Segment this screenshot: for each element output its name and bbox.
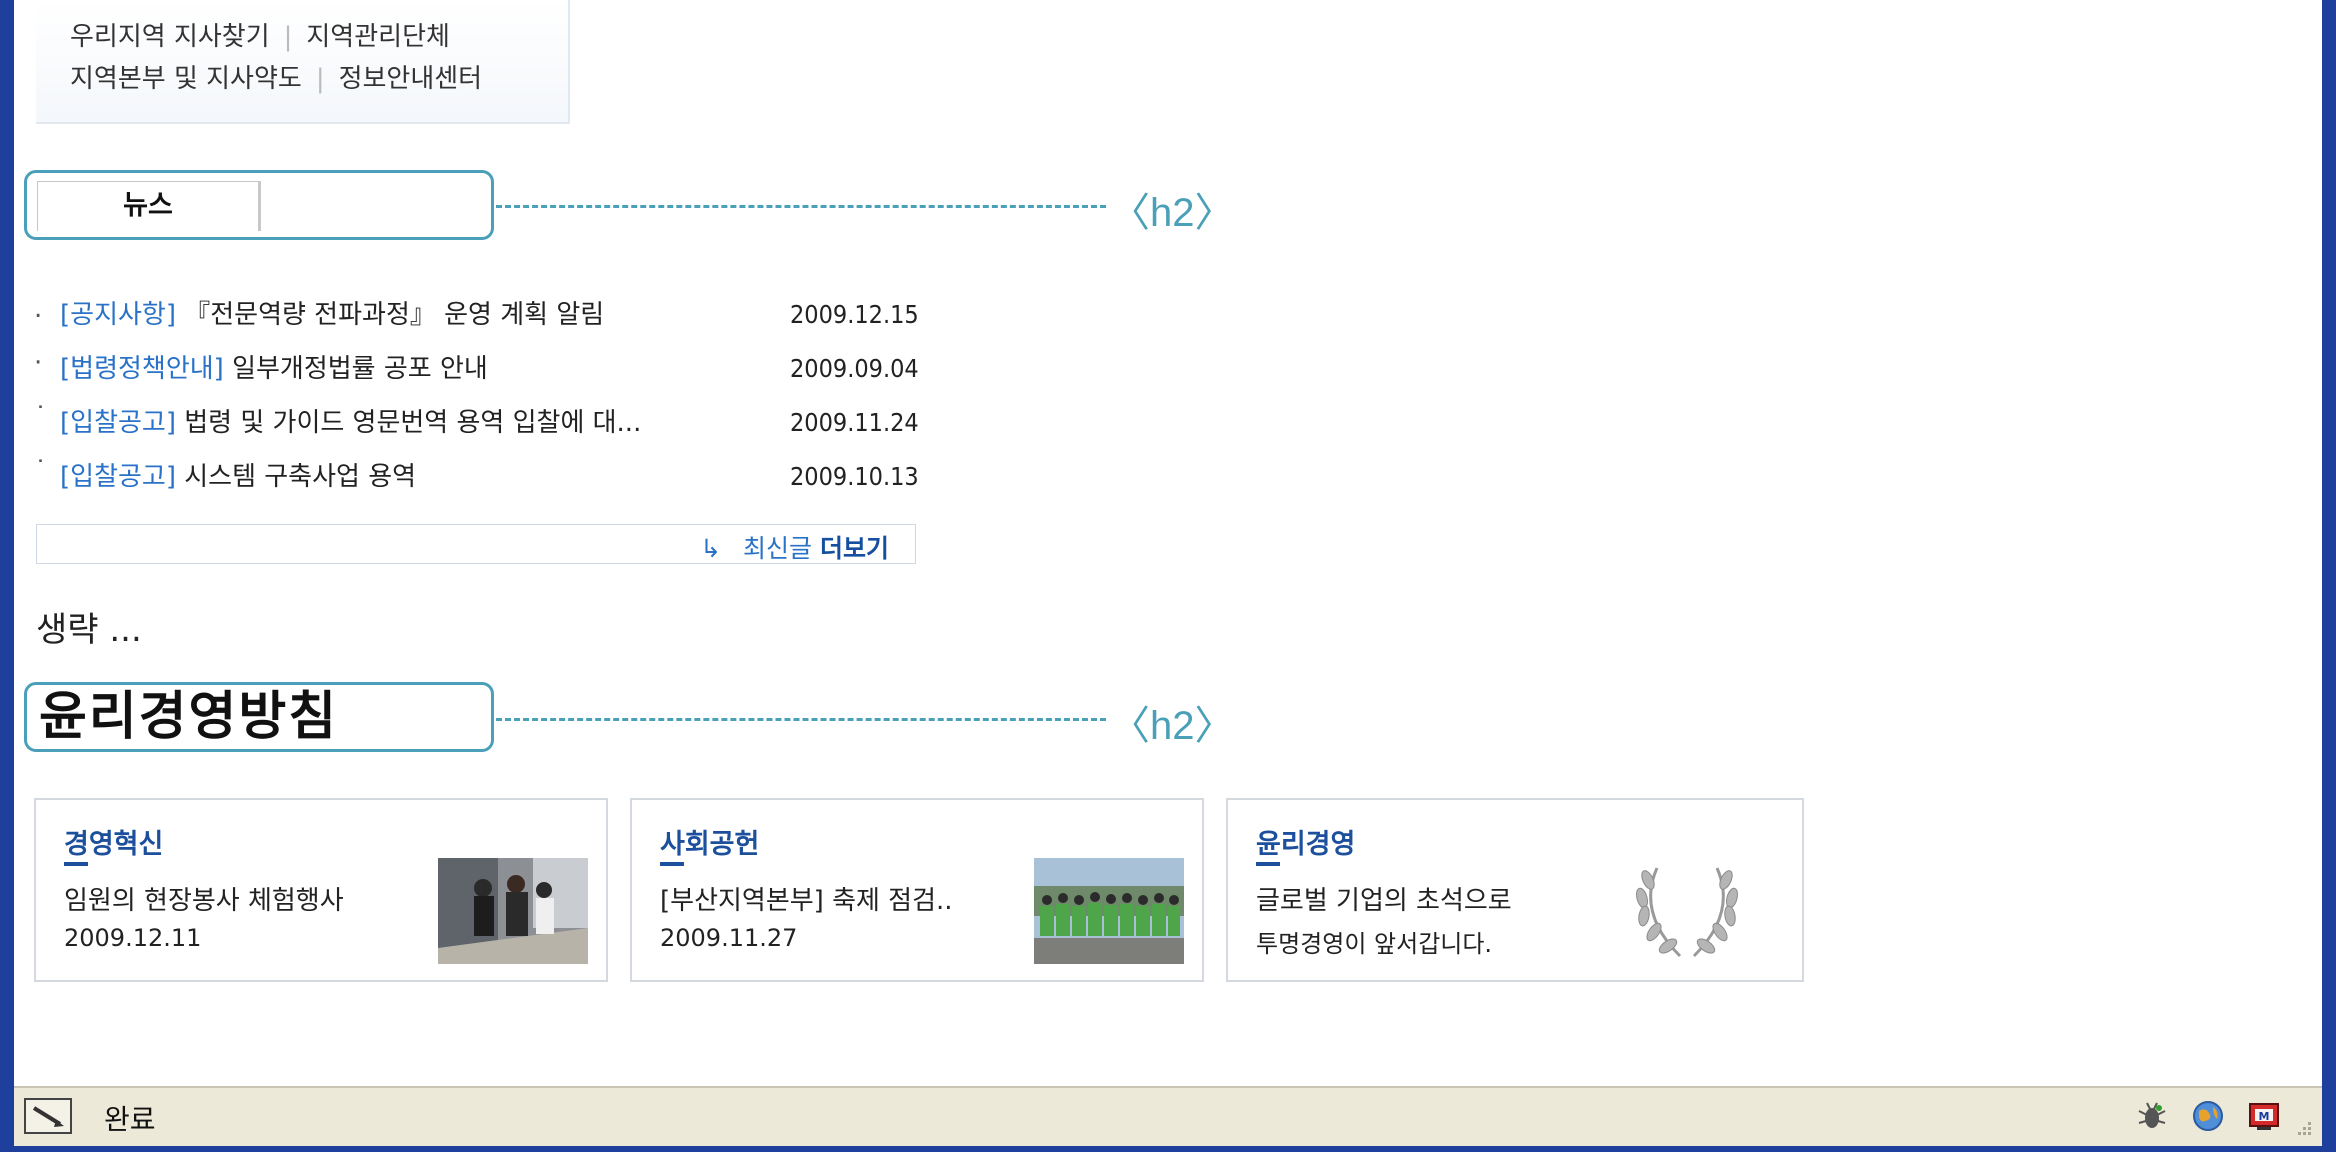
tab-divider — [259, 181, 267, 231]
link-regional-orgs[interactable]: 지역관리단체 — [306, 22, 450, 52]
news-date: 2009.10.13 — [790, 462, 919, 491]
news-category: [입찰공고] — [60, 408, 176, 438]
more-prefix: 최신글 — [743, 534, 813, 563]
card-title[interactable]: 경영혁신 — [64, 822, 163, 861]
list-bullet: ˙ — [34, 402, 47, 432]
callout-dashed-line — [496, 718, 1106, 721]
return-arrow-icon: ↳ — [700, 534, 722, 563]
card-title[interactable]: 사회공헌 — [660, 822, 759, 861]
news-title: 시스템 구축사업 용역 — [184, 462, 417, 492]
card-social-contribution[interactable]: 사회공헌 [부산지역본부] 축제 점검.. 2009.11.27 — [630, 798, 1204, 982]
group-photo[interactable] — [1034, 858, 1184, 964]
more-news-link[interactable]: ↳ 최신글 더보기 — [700, 529, 889, 565]
omitted-note: 생략 ... — [36, 610, 142, 650]
link-separator: | — [283, 22, 293, 52]
status-text: 완료 — [104, 1103, 156, 1136]
list-bullet: · — [34, 348, 43, 378]
h2-annotation-label: 〈h2〉 — [1110, 704, 1235, 748]
link-find-branch[interactable]: 우리지역 지사찾기 — [70, 22, 270, 52]
card-text-2: 투명경영이 앞서갑니다. — [1256, 930, 1493, 958]
news-link[interactable]: [공지사항] 『전문역량 전파과정』 운영 계획 알림 — [60, 294, 604, 331]
news-date: 2009.09.04 — [790, 354, 919, 383]
news-item[interactable]: . [공지사항] 『전문역량 전파과정』 운영 계획 알림 2009.12.15 — [34, 290, 924, 344]
globe-icon[interactable] — [2190, 1098, 2226, 1134]
news-date: 2009.12.15 — [790, 300, 919, 329]
card-text: 글로벌 기업의 초석으로 — [1256, 886, 1512, 916]
list-bullet: . — [34, 294, 43, 324]
news-title: 『전문역량 전파과정』 운영 계획 알림 — [184, 300, 605, 330]
card-text[interactable]: [부산지역본부] 축제 점검.. — [660, 880, 953, 917]
callout-dashed-line — [496, 205, 1106, 208]
more-bold: 더보기 — [819, 534, 889, 563]
title-underline — [1256, 862, 1280, 866]
news-link[interactable]: [입찰공고] 시스템 구축사업 용역 — [60, 456, 416, 493]
link-separator: | — [315, 64, 325, 94]
news-item[interactable]: ˙ [입찰공고] 법령 및 가이드 영문번역 용역 입찰에 대... 2009.… — [34, 398, 924, 452]
news-heading-callout: 뉴스 — [24, 170, 494, 240]
news-category: [공지사항] — [60, 300, 176, 330]
news-item[interactable]: · [법령정책안내] 일부개정법률 공포 안내 2009.09.04 — [34, 344, 924, 398]
card-ethical-management[interactable]: 윤리경영 글로벌 기업의 초석으로 투명경영이 앞서갑니다. — [1226, 798, 1804, 982]
page-status-icon[interactable] — [24, 1098, 72, 1134]
news-list: . [공지사항] 『전문역량 전파과정』 운영 계획 알림 2009.12.15… — [34, 290, 924, 506]
title-underline — [660, 862, 684, 866]
card-title[interactable]: 윤리경영 — [1256, 822, 1355, 861]
svg-text:M: M — [2259, 1110, 2270, 1123]
window-frame-left — [0, 0, 14, 1152]
region-links-row-2: 지역본부 및 지사약도 | 정보안내센터 — [70, 58, 482, 95]
news-link[interactable]: [입찰공고] 법령 및 가이드 영문번역 용역 입찰에 대... — [60, 402, 641, 439]
tv-icon[interactable]: M — [2246, 1098, 2282, 1134]
ethics-heading-callout: 윤리경영방침 — [24, 682, 494, 752]
tab-news[interactable]: 뉴스 — [37, 181, 259, 231]
window-frame-right — [2322, 0, 2336, 1152]
card-text[interactable]: 임원의 현장봉사 체험행사 — [64, 880, 344, 917]
link-info-center[interactable]: 정보안내센터 — [339, 64, 483, 94]
ethics-heading: 윤리경영방침 — [39, 686, 339, 747]
region-links-box: 우리지역 지사찾기 | 지역관리단체 지역본부 및 지사약도 | 정보안내센터 — [36, 0, 570, 124]
title-underline — [64, 862, 88, 866]
news-link[interactable]: [법령정책안내] 일부개정법률 공포 안내 — [60, 348, 488, 385]
region-links-row-1: 우리지역 지사찾기 | 지역관리단체 — [70, 16, 450, 53]
bug-icon[interactable] — [2134, 1098, 2170, 1134]
more-bar: ↳ 최신글 더보기 — [36, 524, 916, 564]
h2-annotation-label: 〈h2〉 — [1110, 191, 1235, 235]
news-title: 일부개정법률 공포 안내 — [232, 354, 488, 384]
list-bullet: ˙ — [34, 456, 47, 486]
card-date: 2009.12.11 — [64, 924, 202, 952]
card-management-innovation[interactable]: 경영혁신 임원의 현장봉사 체험행사 2009.12.11 — [34, 798, 608, 982]
card-date: 2009.11.27 — [660, 924, 798, 952]
resize-grip-icon[interactable] — [2292, 1118, 2314, 1140]
news-item[interactable]: ˙ [입찰공고] 시스템 구축사업 용역 2009.10.13 — [34, 452, 924, 506]
laurel-wreath — [1612, 858, 1762, 964]
news-category: [법령정책안내] — [60, 354, 224, 384]
news-date: 2009.11.24 — [790, 408, 919, 437]
news-title: 법령 및 가이드 영문번역 용역 입찰에 대... — [184, 408, 642, 438]
status-bar: 완료 M — [14, 1086, 2322, 1146]
window-frame-bottom — [0, 1146, 2336, 1152]
status-tray: M — [2134, 1096, 2282, 1136]
news-category: [입찰공고] — [60, 462, 176, 492]
link-branch-map[interactable]: 지역본부 및 지사약도 — [70, 64, 302, 94]
volunteer-photo[interactable] — [438, 858, 588, 964]
